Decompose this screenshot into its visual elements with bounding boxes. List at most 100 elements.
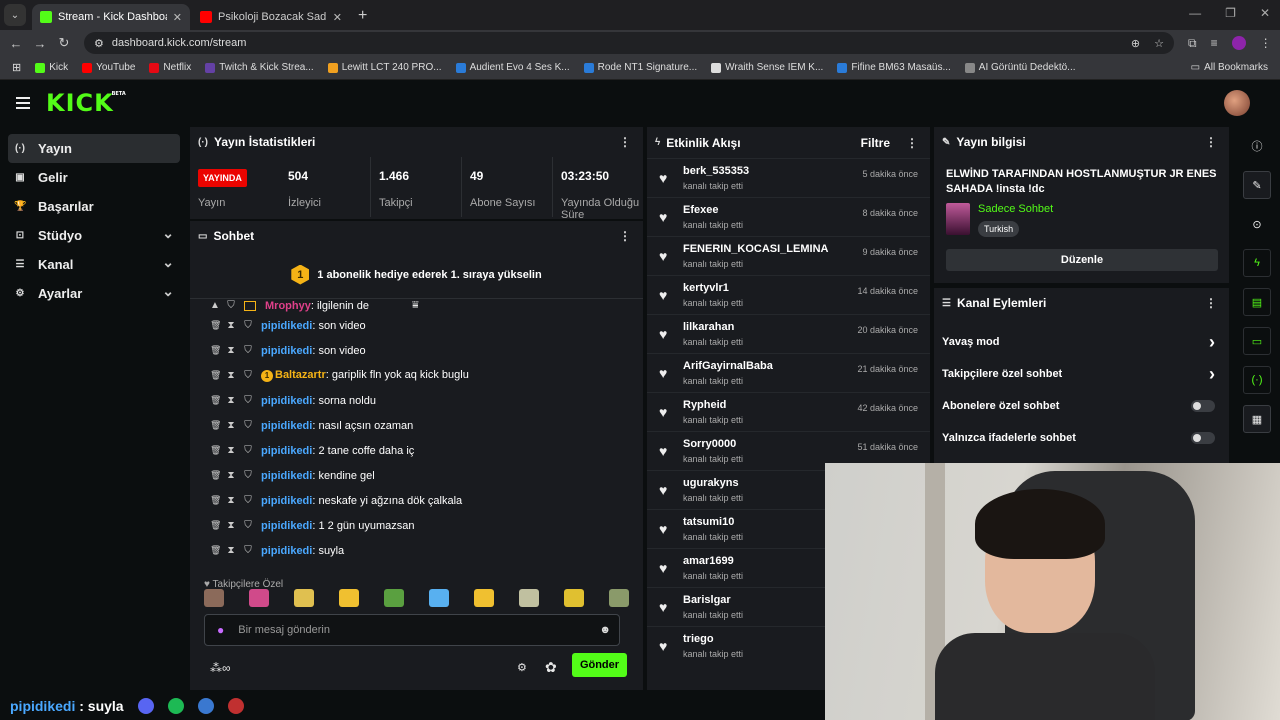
edit-button[interactable]: Düzenle — [946, 249, 1218, 271]
obs-icon[interactable] — [227, 698, 244, 714]
delete-icon[interactable]: ▲ — [210, 300, 220, 311]
restore-icon[interactable]: ❐ — [1225, 6, 1236, 20]
mic-icon[interactable]: ● — [217, 623, 224, 637]
trash-icon[interactable]: 🗑 — [210, 370, 221, 381]
sidebar-item-1[interactable]: ▣ Gelir — [8, 163, 180, 192]
chat-username[interactable]: Baltazartr — [275, 369, 326, 381]
bookmark-item[interactable]: AI Görüntü Dedektö... — [964, 62, 1076, 73]
reload-icon[interactable]: ↻ — [52, 35, 76, 51]
tab-close-icon[interactable]: ✕ — [333, 11, 342, 24]
info-icon[interactable]: ⓘ — [1243, 132, 1271, 160]
chat-username[interactable]: pipidikedi — [261, 420, 312, 432]
shield-icon[interactable]: ⛉ — [244, 370, 252, 381]
emote-icon[interactable] — [564, 589, 584, 607]
channel-action[interactable]: Yavaş mod › — [934, 326, 1229, 358]
timeout-icon[interactable]: ⧗ — [227, 395, 235, 406]
gift-sub-banner[interactable]: 1 1 abonelik hediye ederek 1. sıraya yük… — [190, 251, 643, 299]
notes-icon[interactable]: ▤ — [1243, 288, 1271, 316]
discord-icon[interactable] — [137, 698, 154, 714]
broadcast-icon[interactable]: (·) — [1243, 366, 1271, 394]
media-icon[interactable]: ≡ — [1211, 36, 1218, 50]
timeout-icon[interactable]: ⧗ — [227, 520, 235, 531]
trash-icon[interactable]: 🗑 — [210, 320, 221, 331]
timeout-icon[interactable]: ⧗ — [227, 370, 235, 381]
shield-icon[interactable]: ⛉ — [244, 470, 252, 481]
bookmark-item[interactable]: Lewitt LCT 240 PRO... — [327, 62, 442, 73]
bookmark-star-icon[interactable]: ☆ — [1154, 37, 1164, 50]
chevron-right-icon[interactable]: › — [1209, 332, 1215, 353]
shield-icon[interactable]: ⛉ — [244, 445, 252, 456]
event-username[interactable]: ugurakyns — [683, 477, 743, 489]
chat-username[interactable]: pipidikedi — [261, 495, 312, 507]
quick-emote-icon[interactable]: ✿ — [545, 659, 557, 676]
chat-username[interactable]: pipidikedi — [261, 545, 312, 557]
points-icon[interactable]: ⁂∞ — [210, 661, 231, 675]
browser-tab[interactable]: Stream - Kick Dashboard ✕ — [32, 4, 190, 30]
filter-button[interactable]: Filtre — [861, 136, 890, 150]
forward-icon[interactable]: → — [28, 36, 52, 51]
chat-icon[interactable]: ▭ — [1243, 327, 1271, 355]
event-username[interactable]: berk_535353 — [683, 165, 749, 177]
close-window-icon[interactable]: ✕ — [1260, 6, 1270, 20]
pencil-icon[interactable]: ✎ — [1243, 171, 1271, 199]
event-username[interactable]: tatsumi10 — [683, 516, 743, 528]
channel-action[interactable]: Abonelere özel sohbet — [934, 390, 1229, 422]
chat-username[interactable]: pipidikedi — [261, 470, 312, 482]
layout-icon[interactable]: ▦ — [1243, 405, 1271, 433]
focus-icon[interactable]: ⊙ — [1243, 210, 1271, 238]
timeout-icon[interactable]: ⧗ — [227, 320, 235, 331]
tab-close-icon[interactable]: ✕ — [173, 11, 182, 24]
shield-icon[interactable]: ⛉ — [244, 495, 252, 506]
site-info-icon[interactable]: ⚙ — [94, 37, 104, 50]
emote-icon[interactable] — [429, 589, 449, 607]
timeout-icon[interactable]: ⧗ — [227, 420, 235, 431]
trash-icon[interactable]: 🗑 — [210, 470, 221, 481]
lightning-icon[interactable]: ϟ — [1243, 249, 1271, 277]
apps-icon[interactable]: ⊞ — [12, 61, 21, 74]
stats-menu-icon[interactable]: ⋮ — [619, 135, 631, 149]
channel-actions-menu-icon[interactable]: ⋮ — [1205, 296, 1217, 310]
channel-action[interactable]: Takipçilere özel sohbet › — [934, 358, 1229, 390]
shield-icon[interactable]: ⛉ — [244, 520, 252, 531]
toggle-switch[interactable] — [1191, 432, 1215, 444]
chat-message-input[interactable]: ● Bir mesaj gönderin ☻ — [204, 614, 620, 646]
event-username[interactable]: amar1699 — [683, 555, 743, 567]
new-tab-button[interactable]: + — [358, 7, 367, 25]
user-avatar[interactable] — [1224, 90, 1250, 116]
sidebar-item-0[interactable]: (·) Yayın — [8, 134, 180, 163]
send-button[interactable]: Gönder — [572, 653, 627, 677]
emote-icon[interactable] — [294, 589, 314, 607]
browser-tab[interactable]: Psikoloji Bozacak Sad Edit 1 - Y ✕ — [192, 4, 350, 30]
emote-icon[interactable] — [339, 589, 359, 607]
bookmark-item[interactable]: Kick — [35, 62, 68, 73]
bookmark-item[interactable]: YouTube — [82, 62, 135, 73]
sidebar-item-3[interactable]: ⊡ Stüdyo ⌄ — [8, 221, 180, 250]
trash-icon[interactable]: 🗑 — [210, 520, 221, 531]
chevron-down-icon[interactable]: ⌄ — [162, 283, 174, 300]
event-username[interactable]: kertyvlr1 — [683, 282, 743, 294]
scroll-pause-icon[interactable]: ⩸ — [412, 299, 419, 312]
shield-icon[interactable]: ⛉ — [244, 395, 252, 406]
bookmark-item[interactable]: Wraith Sense IEM K... — [711, 62, 823, 73]
bookmark-item[interactable]: Fifine BM63 Masaüs... — [837, 62, 951, 73]
chevron-down-icon[interactable]: ⌄ — [162, 254, 174, 271]
sidebar-item-5[interactable]: ⚙ Ayarlar ⌄ — [8, 279, 180, 308]
sidebar-item-2[interactable]: 🏆 Başarılar — [8, 192, 180, 221]
toggle-switch[interactable] — [1191, 400, 1215, 412]
bookmark-item[interactable]: Audient Evo 4 Ses K... — [455, 62, 570, 73]
activity-menu-icon[interactable]: ⋮ — [906, 136, 918, 150]
chat-username[interactable]: pipidikedi — [261, 520, 312, 532]
extensions-icon[interactable]: ⧉ — [1188, 36, 1197, 51]
chat-username[interactable]: pipidikedi — [261, 395, 312, 407]
event-username[interactable]: Rypheid — [683, 399, 743, 411]
back-icon[interactable]: ← — [4, 36, 28, 51]
timeout-icon[interactable]: ⧗ — [227, 495, 235, 506]
shield-icon[interactable]: ⛉ — [244, 320, 252, 331]
zoom-icon[interactable]: ⊕ — [1131, 37, 1140, 50]
timeout-icon[interactable]: ⧗ — [227, 470, 235, 481]
bookmark-item[interactable]: Rode NT1 Signature... — [583, 62, 697, 73]
event-username[interactable]: Efexee — [683, 204, 743, 216]
chevron-down-icon[interactable]: ⌄ — [162, 225, 174, 242]
event-username[interactable]: FENERIN_KOCASI_LEMINA — [683, 243, 828, 255]
profile-avatar[interactable] — [1231, 36, 1246, 50]
